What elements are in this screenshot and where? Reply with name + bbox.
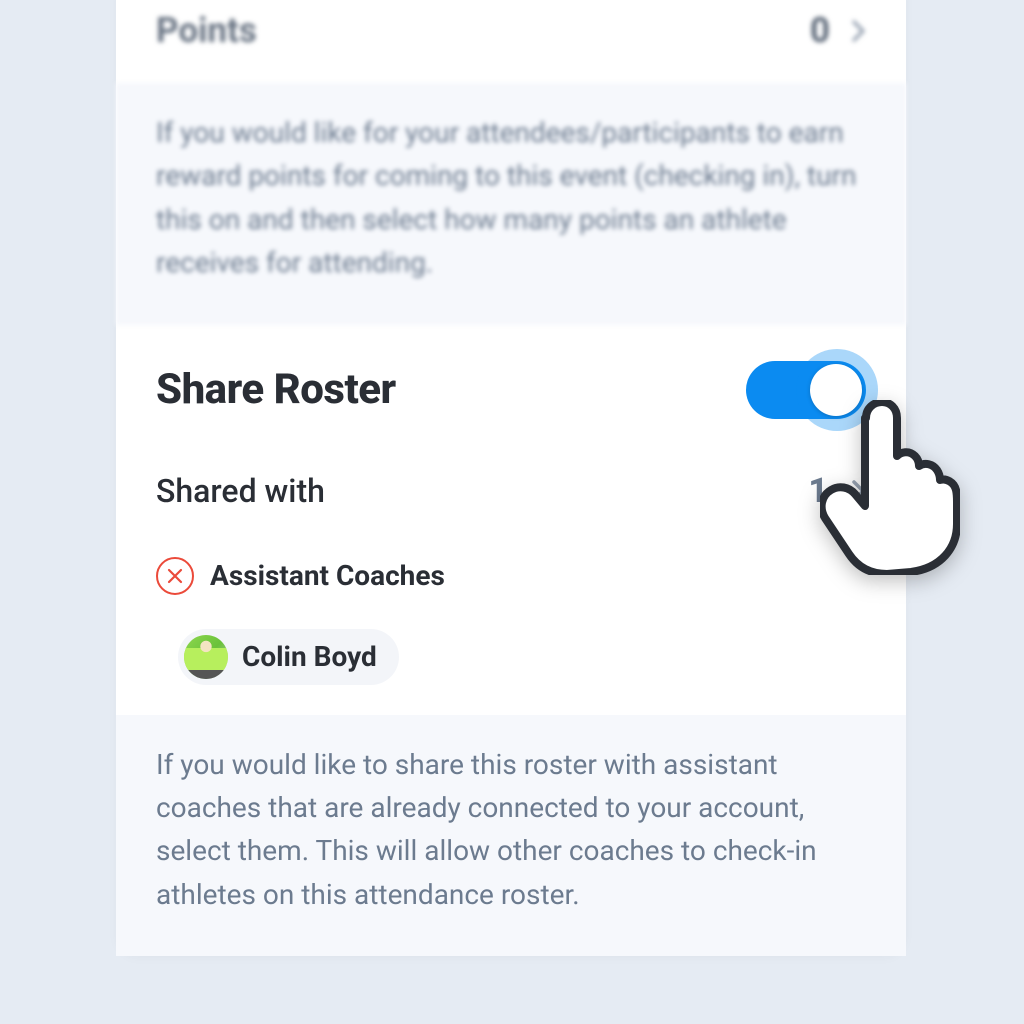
coach-chip[interactable]: Colin Boyd <box>178 629 399 685</box>
assistant-coaches-group: Assistant Coaches <box>156 557 866 595</box>
coach-name: Colin Boyd <box>242 640 377 673</box>
remove-group-button[interactable] <box>156 557 194 595</box>
points-row[interactable]: Points 0 <box>116 0 906 83</box>
points-value: 0 <box>810 10 830 51</box>
share-roster-title: Share Roster <box>156 365 396 414</box>
share-roster-toggle[interactable] <box>746 361 866 419</box>
shared-with-row[interactable]: Shared with 1 <box>156 471 866 511</box>
share-roster-header: Share Roster <box>156 361 866 419</box>
chevron-right-icon <box>852 480 866 502</box>
share-roster-hint-box: If you would like to share this roster w… <box>116 715 906 957</box>
shared-with-count: 1 <box>808 471 828 511</box>
avatar <box>184 635 228 679</box>
points-hint-box: If you would like for your attendees/par… <box>116 83 906 325</box>
assistant-coaches-label: Assistant Coaches <box>210 559 445 592</box>
share-roster-section: Share Roster Shared with 1 Assistant Coa… <box>116 325 906 715</box>
shared-with-label: Shared with <box>156 472 808 510</box>
share-roster-hint-text: If you would like to share this roster w… <box>156 743 866 917</box>
settings-card: Points 0 If you would like for your atte… <box>116 0 906 956</box>
points-label: Points <box>156 10 810 51</box>
points-hint-text: If you would like for your attendees/par… <box>156 111 866 285</box>
toggle-knob <box>810 364 862 416</box>
chevron-right-icon <box>852 20 866 42</box>
